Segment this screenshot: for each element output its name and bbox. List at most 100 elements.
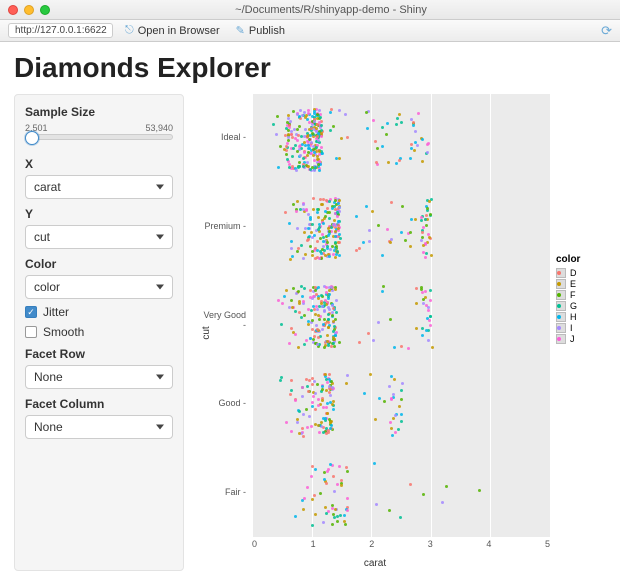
data-point: [334, 199, 337, 202]
close-icon[interactable]: [8, 5, 18, 15]
url-field[interactable]: http://127.0.0.1:6622: [8, 23, 113, 38]
data-point: [292, 110, 295, 113]
chevron-down-icon: [156, 425, 164, 430]
slider-handle[interactable]: [25, 131, 39, 145]
data-point: [425, 224, 428, 227]
legend-item: G: [556, 301, 606, 311]
data-point: [424, 296, 427, 299]
data-point: [421, 334, 424, 337]
data-point: [319, 250, 322, 253]
legend-label: E: [570, 279, 576, 289]
slider-max: 53,940: [145, 123, 173, 133]
data-point: [430, 254, 433, 257]
data-point: [314, 408, 317, 411]
data-point: [299, 109, 302, 112]
data-point: [374, 140, 377, 143]
data-point: [312, 154, 315, 157]
data-point: [340, 479, 343, 482]
data-point: [285, 153, 288, 156]
data-point: [334, 508, 337, 511]
data-point: [420, 286, 423, 289]
sample-size-slider[interactable]: 2,501 53,940: [25, 123, 173, 149]
legend-label: F: [570, 290, 576, 300]
x-select[interactable]: carat: [25, 175, 173, 199]
data-point: [388, 385, 391, 388]
data-point: [333, 516, 336, 519]
data-point: [322, 521, 325, 524]
data-point: [305, 339, 308, 342]
sample-size-label: Sample Size: [25, 105, 173, 119]
color-label: Color: [25, 257, 173, 271]
data-point: [363, 392, 366, 395]
data-point: [421, 236, 424, 239]
data-point: [276, 115, 279, 118]
data-point: [321, 305, 324, 308]
open-in-browser-button[interactable]: ⎋ Open in Browser: [121, 23, 224, 38]
legend-label: I: [570, 323, 573, 333]
data-point: [301, 395, 304, 398]
color-select[interactable]: color: [25, 275, 173, 299]
data-point: [296, 150, 299, 153]
jitter-checkbox[interactable]: ✓ Jitter: [25, 305, 173, 319]
gridline: [550, 94, 551, 537]
data-point: [300, 285, 303, 288]
data-point: [390, 427, 393, 430]
data-point: [376, 147, 379, 150]
minimize-icon[interactable]: [24, 5, 34, 15]
data-point: [320, 135, 323, 138]
jitter-label: Jitter: [43, 305, 69, 319]
data-point: [311, 254, 314, 257]
data-point: [313, 169, 316, 172]
data-point: [377, 224, 380, 227]
data-point: [318, 318, 321, 321]
data-point: [422, 226, 425, 229]
data-point: [324, 506, 327, 509]
data-point: [427, 142, 430, 145]
data-point: [326, 245, 329, 248]
data-point: [317, 314, 320, 317]
chevron-down-icon: [156, 185, 164, 190]
data-point: [336, 215, 339, 218]
data-point: [324, 299, 327, 302]
plot-legend: color DEFGHIJ: [556, 254, 606, 345]
data-point: [338, 341, 341, 344]
data-point: [287, 139, 290, 142]
data-point: [328, 289, 331, 292]
data-point: [318, 109, 321, 112]
data-point: [396, 117, 399, 120]
sidebar-panel: Sample Size 2,501 53,940 X carat Y cut C…: [14, 94, 184, 571]
data-point: [289, 393, 292, 396]
data-point: [317, 398, 320, 401]
x-tick-label: 4: [486, 539, 491, 553]
facet-row-select[interactable]: None: [25, 365, 173, 389]
y-select[interactable]: cut: [25, 225, 173, 249]
publish-button[interactable]: ✎ Publish: [232, 23, 289, 38]
data-point: [316, 328, 319, 331]
data-point: [336, 520, 339, 523]
data-point: [425, 252, 428, 255]
window-titlebar: ~/Documents/R/shinyapp-demo - Shiny: [0, 0, 620, 20]
data-point: [420, 239, 423, 242]
facet-col-select[interactable]: None: [25, 415, 173, 439]
data-point: [378, 397, 381, 400]
refresh-icon[interactable]: ⟳: [601, 23, 612, 39]
data-point: [395, 123, 398, 126]
zoom-icon[interactable]: [40, 5, 50, 15]
data-point: [441, 501, 444, 504]
data-point: [303, 343, 306, 346]
smooth-checkbox[interactable]: Smooth: [25, 325, 173, 339]
data-point: [292, 203, 295, 206]
data-point: [322, 406, 325, 409]
data-point: [382, 285, 385, 288]
data-point: [306, 426, 309, 429]
data-point: [365, 205, 368, 208]
data-point: [299, 208, 302, 211]
data-point: [313, 335, 316, 338]
data-point: [298, 125, 301, 128]
data-point: [307, 147, 310, 150]
legend-swatch-icon: [556, 279, 566, 289]
data-point: [375, 161, 378, 164]
legend-item: F: [556, 290, 606, 300]
data-point: [288, 124, 291, 127]
legend-swatch-icon: [556, 312, 566, 322]
